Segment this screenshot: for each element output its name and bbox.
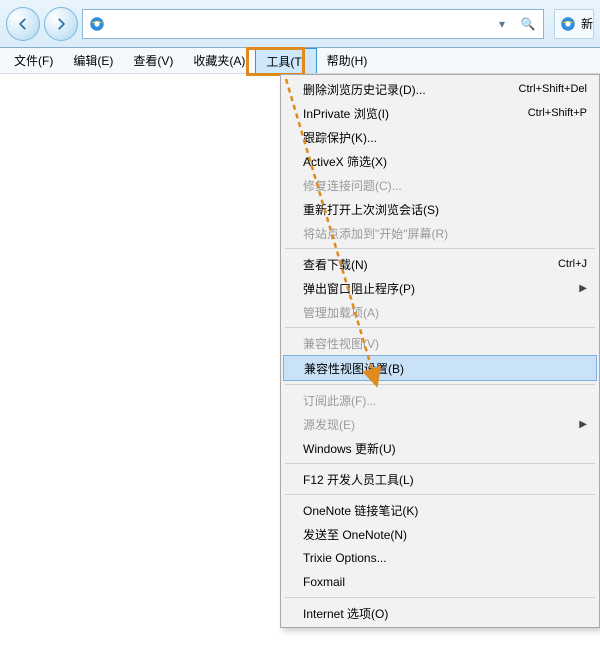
menuitem-manage-addons: 管理加载项(A) <box>283 300 597 324</box>
submenu-arrow-icon: ▶ <box>579 283 587 294</box>
menu-separator <box>285 463 595 464</box>
menuitem-windows-update[interactable]: Windows 更新(U) <box>283 436 597 460</box>
menuitem-subscribe-feed: 订阅此源(F)... <box>283 388 597 412</box>
forward-button[interactable] <box>44 7 78 41</box>
menuitem-delete-history[interactable]: 删除浏览历史记录(D)... Ctrl+Shift+Del <box>283 77 597 101</box>
address-bar[interactable]: ▾ 🔍 <box>82 9 544 39</box>
menu-separator <box>285 248 595 249</box>
address-input[interactable] <box>111 10 487 38</box>
menu-file[interactable]: 文件(F) <box>4 48 63 73</box>
menu-edit[interactable]: 编辑(E) <box>63 48 123 73</box>
menuitem-trixie-options[interactable]: Trixie Options... <box>283 546 597 570</box>
menu-separator <box>285 597 595 598</box>
arrow-left-icon <box>16 17 30 31</box>
menuitem-feed-discovery: 源发现(E) ▶ <box>283 412 597 436</box>
tools-dropdown: 删除浏览历史记录(D)... Ctrl+Shift+Del InPrivate … <box>280 74 600 628</box>
menuitem-popup-blocker[interactable]: 弹出窗口阻止程序(P) ▶ <box>283 276 597 300</box>
menu-tools[interactable]: 工具(T) <box>255 48 316 73</box>
menu-separator <box>285 327 595 328</box>
menuitem-compat-view: 兼容性视图(V) <box>283 331 597 355</box>
menu-view[interactable]: 查看(V) <box>123 48 183 73</box>
menuitem-compat-view-settings[interactable]: 兼容性视图设置(B) <box>283 355 597 381</box>
back-button[interactable] <box>6 7 40 41</box>
menuitem-send-to-onenote[interactable]: 发送至 OneNote(N) <box>283 522 597 546</box>
tab-label: 新 <box>581 15 593 32</box>
ie-logo-icon <box>87 14 107 34</box>
menuitem-fix-connection: 修复连接问题(C)... <box>283 173 597 197</box>
browser-nav-bar: ▾ 🔍 新 <box>0 0 600 48</box>
menuitem-view-downloads[interactable]: 查看下载(N) Ctrl+J <box>283 252 597 276</box>
search-icon[interactable]: 🔍 <box>517 13 539 35</box>
ie-logo-icon <box>559 14 577 34</box>
menu-bar: 文件(F) 编辑(E) 查看(V) 收藏夹(A) 工具(T) 帮助(H) <box>0 48 600 74</box>
browser-tab[interactable]: 新 <box>554 9 594 39</box>
menuitem-activex-filter[interactable]: ActiveX 筛选(X) <box>283 149 597 173</box>
menu-separator <box>285 384 595 385</box>
menuitem-f12-devtools[interactable]: F12 开发人员工具(L) <box>283 467 597 491</box>
menuitem-onenote-linked-notes[interactable]: OneNote 链接笔记(K) <box>283 498 597 522</box>
menuitem-internet-options[interactable]: Internet 选项(O) <box>283 601 597 625</box>
menuitem-inprivate[interactable]: InPrivate 浏览(I) Ctrl+Shift+P <box>283 101 597 125</box>
menuitem-tracking-protection[interactable]: 跟踪保护(K)... <box>283 125 597 149</box>
address-dropdown-icon[interactable]: ▾ <box>491 13 513 35</box>
arrow-right-icon <box>54 17 68 31</box>
menuitem-foxmail[interactable]: Foxmail <box>283 570 597 594</box>
menu-separator <box>285 494 595 495</box>
menu-favorites[interactable]: 收藏夹(A) <box>183 48 255 73</box>
menu-help[interactable]: 帮助(H) <box>317 48 378 73</box>
menuitem-reopen-last-session[interactable]: 重新打开上次浏览会话(S) <box>283 197 597 221</box>
submenu-arrow-icon: ▶ <box>579 419 587 430</box>
menuitem-add-to-start: 将站点添加到"开始"屏幕(R) <box>283 221 597 245</box>
